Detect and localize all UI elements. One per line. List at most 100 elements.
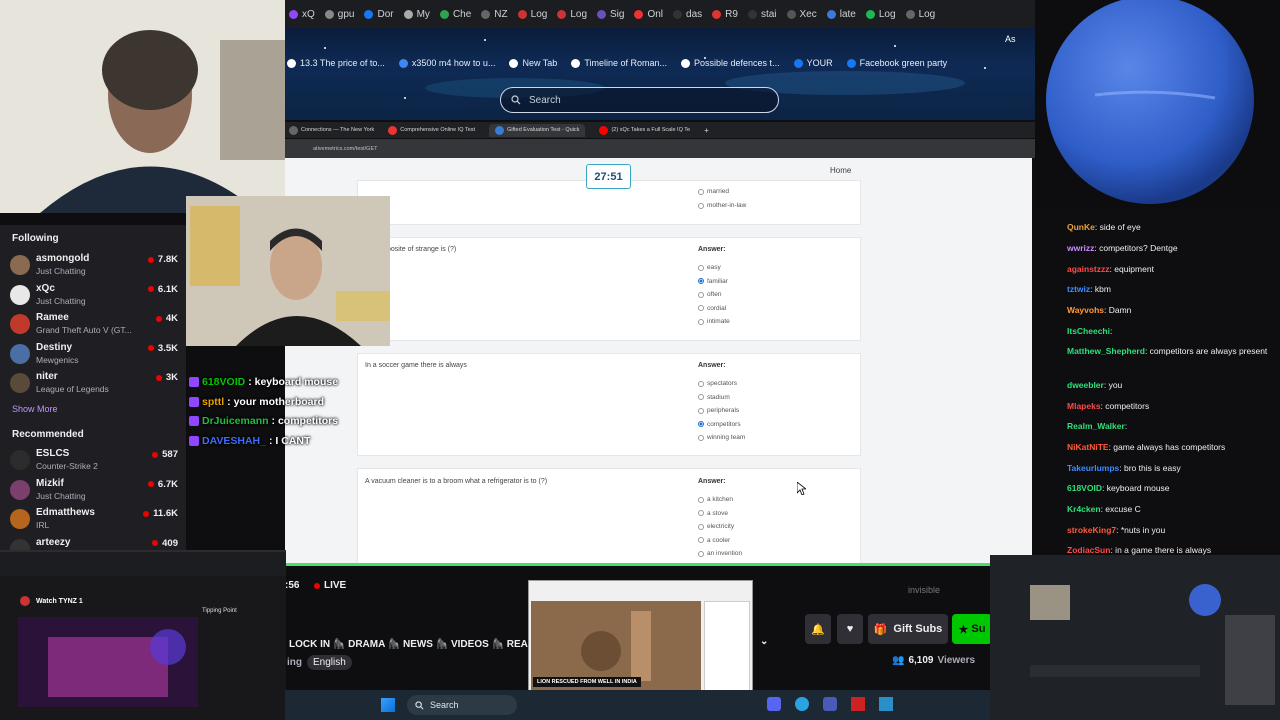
answer-option[interactable]: easy: [698, 264, 721, 271]
browser-tab[interactable]: My: [403, 9, 430, 20]
radio-button[interactable]: [698, 407, 704, 414]
windows-start-icon[interactable]: [381, 698, 395, 712]
browser-tab[interactable]: Sig: [597, 9, 624, 20]
browser-tab[interactable]: Log: [557, 9, 587, 20]
channel-name: Ramee: [36, 312, 69, 323]
answer-option[interactable]: a stove: [698, 510, 728, 517]
language-tag[interactable]: English: [307, 655, 352, 670]
browser-tab[interactable]: R9: [712, 9, 738, 20]
stream-preview[interactable]: Watch TYNZ 1 Tipping Point: [0, 550, 286, 720]
radio-button[interactable]: [698, 523, 704, 530]
inner-tab-active[interactable]: Gifted Evaluation Test - Quick: [489, 123, 586, 137]
sidebar-channel[interactable]: Edmatthews IRL 11.6K: [10, 506, 178, 534]
browser-tab[interactable]: gpu: [324, 9, 354, 20]
bookmark-item[interactable]: Possible defences t...: [681, 58, 780, 68]
browser-tab[interactable]: NZ: [481, 9, 508, 20]
radio-button[interactable]: [698, 202, 704, 209]
answer-option[interactable]: electricity: [698, 523, 734, 530]
radio-button[interactable]: [698, 496, 704, 503]
search-input[interactable]: Search: [500, 87, 779, 113]
browser-tab[interactable]: xQ: [289, 9, 315, 20]
answer-option[interactable]: winning team: [698, 434, 745, 441]
answer-option[interactable]: familiar: [698, 278, 728, 285]
answer-option[interactable]: peripherals: [698, 407, 739, 414]
inner-tab[interactable]: Connections — The New York: [289, 125, 374, 135]
radio-button[interactable]: [698, 291, 704, 298]
sidebar-channel[interactable]: xQc Just Chatting 6.1K: [10, 282, 178, 310]
answer-option[interactable]: intimate: [698, 318, 730, 325]
tab-favicon-icon: [673, 9, 683, 19]
radio-button[interactable]: [698, 537, 704, 544]
notifications-button[interactable]: 🔔: [805, 614, 831, 644]
browser-tab[interactable]: Dor: [364, 9, 394, 20]
chevron-down-icon[interactable]: ⌄: [760, 636, 768, 647]
inner-tab[interactable]: Comprehensive Online IQ Test: [388, 125, 475, 135]
answer-option[interactable]: an invention: [698, 550, 742, 557]
browser-tab[interactable]: Log: [865, 9, 896, 20]
sidebar-channel[interactable]: niter League of Legends 3K: [10, 370, 178, 398]
answer-option[interactable]: stadium: [698, 394, 730, 401]
sidebar-channel[interactable]: Destiny Mewgenics 3.5K: [10, 341, 178, 369]
radio-button[interactable]: [698, 394, 704, 401]
bookmark-item[interactable]: YOUR: [793, 58, 833, 68]
inner-tab[interactable]: (2) xQc Takes a Full Scale IQ Te: [599, 125, 690, 135]
browser-tab[interactable]: stai: [747, 9, 777, 20]
answer-option[interactable]: often: [698, 291, 721, 298]
tab-strip-end: [1000, 0, 1035, 28]
search-icon: [415, 700, 424, 709]
answer-option[interactable]: cordial: [698, 305, 726, 312]
new-tab-icon[interactable]: +: [704, 126, 709, 135]
radio-button[interactable]: [698, 550, 704, 557]
discord-icon[interactable]: [767, 697, 781, 711]
bookmark-item[interactable]: Timeline of Roman...: [571, 58, 667, 68]
sidebar-channel[interactable]: Mizkif Just Chatting 6.7K: [10, 477, 178, 505]
browser-tab[interactable]: das: [673, 9, 702, 20]
flash-app-icon[interactable]: [851, 697, 865, 711]
follow-button[interactable]: ♥: [837, 614, 863, 644]
chat-text: : I CANT: [268, 434, 311, 447]
answer-option[interactable]: mother-in-law: [698, 202, 746, 209]
radio-button[interactable]: [698, 318, 704, 325]
subscribe-button[interactable]: ★ Su: [952, 614, 992, 644]
overlay-chat-message: spttl: your motherboard: [189, 396, 324, 408]
browser-tab[interactable]: Onl: [634, 9, 663, 20]
telegram-icon[interactable]: [795, 697, 809, 711]
answer-option[interactable]: a cooler: [698, 537, 730, 544]
browser-tab[interactable]: Log: [517, 9, 547, 20]
radio-button[interactable]: [698, 510, 704, 517]
radio-button[interactable]: [698, 188, 704, 195]
sidebar-channel[interactable]: ESLCS Counter-Strike 2 587: [10, 447, 178, 475]
answer-option[interactable]: spectators: [698, 380, 737, 387]
bookmark-icon: [509, 58, 519, 68]
sidebar-channel[interactable]: asmongold Just Chatting 7.8K: [10, 252, 178, 280]
show-more-link[interactable]: Show More: [12, 404, 58, 414]
radio-button[interactable]: [698, 305, 704, 312]
answer-option[interactable]: married: [698, 188, 729, 195]
app-icon[interactable]: [823, 697, 837, 711]
sidebar-channel[interactable]: Ramee Grand Theft Auto V (GT... 4K: [10, 311, 178, 339]
home-link[interactable]: Home: [830, 166, 851, 175]
bookmark-item[interactable]: 13.3 The price of to...: [287, 58, 385, 68]
preview-topbar: [0, 552, 286, 576]
radio-button[interactable]: [698, 264, 704, 271]
streamer-webcam: [0, 0, 285, 213]
browser-tab[interactable]: Log: [905, 9, 935, 20]
bookmark-item[interactable]: Facebook green party: [846, 58, 947, 68]
taskbar-search[interactable]: Search: [407, 695, 517, 715]
browser-tab[interactable]: Che: [439, 9, 471, 20]
address-bar[interactable]: ativemetrics.com/test/GET: [285, 139, 1035, 158]
radio-button[interactable]: [698, 421, 704, 428]
radio-button[interactable]: [698, 434, 704, 441]
stream-tags[interactable]: LOCK IN 🦍 DRAMA 🦍 NEWS 🦍 VIDEOS 🦍 REACTS…: [289, 639, 563, 650]
bookmark-item[interactable]: New Tab: [509, 58, 557, 68]
answer-option[interactable]: competitors: [698, 421, 741, 428]
browser-tab[interactable]: late: [826, 9, 856, 20]
gift-subs-button[interactable]: 🎁 Gift Subs: [868, 614, 948, 644]
answer-option[interactable]: a kitchen: [698, 496, 733, 503]
radio-button[interactable]: [698, 380, 704, 387]
monitor-app-icon[interactable]: [879, 697, 893, 711]
bookmark-extra[interactable]: As: [1005, 34, 1016, 44]
bookmark-item[interactable]: x3500 m4 how to u...: [398, 58, 495, 68]
browser-tab[interactable]: Xec: [786, 9, 817, 20]
radio-button[interactable]: [698, 278, 704, 285]
